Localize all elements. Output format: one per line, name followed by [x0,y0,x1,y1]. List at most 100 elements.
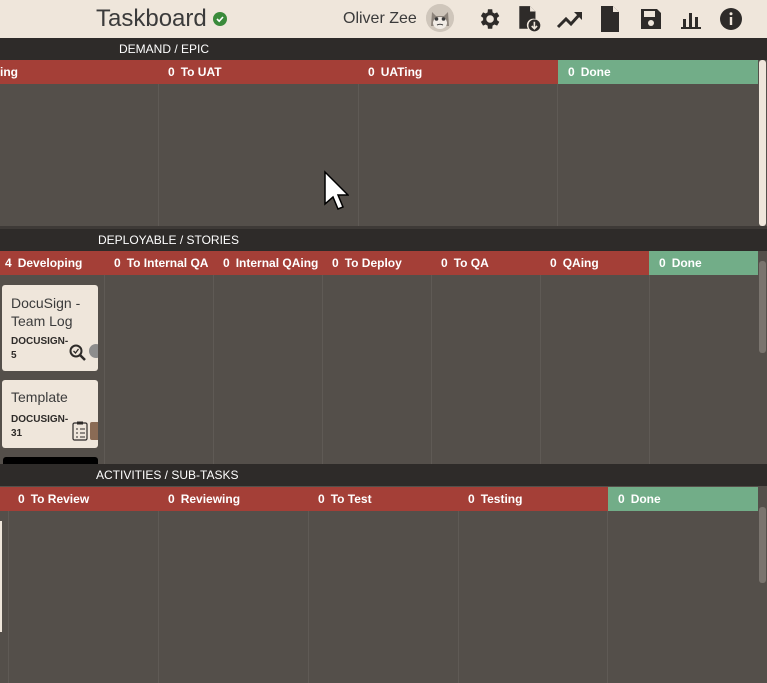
scrollbar[interactable] [758,487,767,683]
column-label: To UAT [180,65,222,79]
column-divider [458,511,459,683]
column-header[interactable]: ing [0,60,158,84]
save-icon[interactable] [637,5,665,33]
column-count: 4 [5,256,12,270]
section-title-text: DEPLOYABLE / STORIES [98,233,239,247]
column-header[interactable]: 0 Testing [458,487,608,511]
column-label: To Test [330,492,372,506]
column-header[interactable]: 0 To UAT [158,60,358,84]
trending-up-icon[interactable] [556,5,584,33]
card-id: DOCUSIGN-5 [11,336,69,361]
column-divider [358,84,359,226]
column-label: To Deploy [344,256,402,270]
scrollbar[interactable] [758,60,767,226]
column-label: To QA [453,256,489,270]
column-divider [213,275,214,464]
column-label: Developing [17,256,83,270]
column-divider [308,511,309,683]
column-divider [431,275,432,464]
column-count: 0 [223,256,230,270]
section-title-text: ACTIVITIES / SUB-TASKS [96,468,239,482]
info-icon[interactable] [717,5,745,33]
column-count: 0 [332,256,339,270]
card-id: DOCUSIGN-31 [11,414,69,439]
section-title-demand-epic: DEMAND / EPIC [0,38,767,60]
column-divider [322,275,323,464]
section-title-text: DEMAND / EPIC [119,42,210,56]
column-header[interactable]: 0 To Internal QA [104,251,213,275]
column-label: Reviewing [180,492,241,506]
column-header-done[interactable]: 0 Done [649,251,758,275]
column-header-bar: ing 0 To UAT 0 UATing 0 Done [0,60,758,84]
top-header: Taskboard Oliver Zee [0,0,767,38]
bar-chart-icon[interactable] [677,5,705,33]
column-header-done[interactable]: 0 Done [558,60,758,84]
task-card-partial[interactable] [0,521,2,632]
column-header[interactable]: 0 Internal QAing [213,251,322,275]
column-divider [104,275,105,464]
column-header[interactable]: 4 Developing [0,251,104,275]
column-divider [8,511,9,683]
column-count: 0 [168,65,175,79]
column-count: 0 [441,256,448,270]
column-count: 0 [659,256,666,270]
task-card-partial[interactable] [3,457,98,464]
column-label: UATing [380,65,423,79]
column-count: 0 [468,492,475,506]
assignee-avatar [90,422,98,440]
column-count: 0 [318,492,325,506]
column-header-done[interactable]: 0 Done [608,487,758,511]
column-label: Done [630,492,661,506]
column-count: 0 [568,65,575,79]
column-label: To Internal QA [126,256,209,270]
column-header[interactable]: 0 To Deploy [322,251,431,275]
column-header[interactable]: 0 To QA [431,251,540,275]
column-header-bar: 0 To Review 0 Reviewing 0 To Test 0 Testing … [0,487,758,511]
column-label: QAing [562,256,599,270]
status-ok-icon [213,12,227,26]
column-divider [540,275,541,464]
card-title: Template [11,389,68,405]
section-title-deployable-stories: DEPLOYABLE / STORIES [0,229,767,251]
column-header-bar: 4 Developing 0 To Internal QA 0 Internal QA… [0,251,758,275]
user-name[interactable]: Oliver Zee [343,10,417,28]
column-count: 0 [368,65,375,79]
column-count: 0 [618,492,625,506]
column-label: Done [580,65,611,79]
scrollbar-thumb[interactable] [759,507,766,583]
download-file-icon[interactable] [515,5,543,33]
column-header[interactable]: 0 To Review [0,487,158,511]
column-divider [158,84,159,226]
card-title: DocuSign - Team Log [11,295,81,329]
column-divider [607,511,608,683]
column-header[interactable]: 0 Reviewing [158,487,308,511]
column-count: 0 [114,256,121,270]
task-card[interactable]: DocuSign - Team Log DOCUSIGN-5 [2,285,98,371]
column-label: Internal QAing [235,256,319,270]
scrollbar[interactable] [758,251,767,464]
user-avatar[interactable] [426,4,454,32]
column-header[interactable]: 0 QAing [540,251,649,275]
assignee-avatar [89,344,98,358]
column-count: 0 [168,492,175,506]
column-header[interactable]: 0 UATing [358,60,558,84]
column-label: To Review [30,492,90,506]
column-label: Done [671,256,702,270]
document-icon[interactable] [596,5,624,33]
scrollbar-thumb[interactable] [759,60,766,226]
column-divider [158,511,159,683]
review-search-icon [68,343,90,368]
task-card[interactable]: Template DOCUSIGN-31 [2,380,98,448]
mouse-pointer-icon [323,170,350,217]
clipboard-checklist-icon [72,421,88,446]
column-header[interactable]: 0 To Test [308,487,458,511]
column-count: 0 [550,256,557,270]
column-label: Testing [480,492,523,506]
settings-icon[interactable] [475,5,503,33]
column-divider [649,275,650,464]
scrollbar-thumb[interactable] [759,261,766,353]
column-count: 0 [18,492,25,506]
app-title: Taskboard [96,5,207,32]
column-label: ing [0,65,18,79]
section-title-activities-subtasks: ACTIVITIES / SUB-TASKS [0,464,767,486]
